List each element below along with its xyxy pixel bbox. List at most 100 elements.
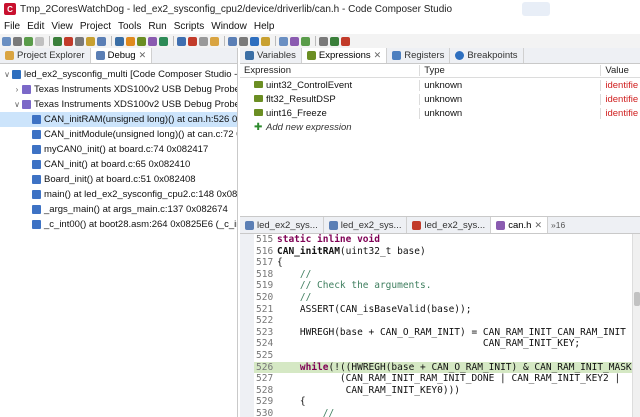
- column-header-type[interactable]: Type: [419, 65, 600, 76]
- toolbar-button-icon[interactable]: [261, 36, 270, 46]
- toolbar-button-icon[interactable]: [239, 36, 248, 46]
- editor-gutter[interactable]: [240, 326, 254, 339]
- toolbar-button-icon[interactable]: [53, 36, 62, 46]
- menu-tools[interactable]: Tools: [115, 21, 144, 32]
- toolbar-button-icon[interactable]: [115, 36, 124, 46]
- menu-project[interactable]: Project: [77, 21, 114, 32]
- toolbar-button-icon[interactable]: [199, 36, 208, 46]
- toolbar-button-icon[interactable]: [341, 36, 350, 46]
- toolbar-button-icon[interactable]: [290, 36, 299, 46]
- editor-gutter[interactable]: [240, 245, 254, 258]
- toolbar-button-icon[interactable]: [137, 36, 146, 46]
- tab-registers[interactable]: Registers: [387, 48, 451, 63]
- toolbar-button-icon[interactable]: [97, 36, 106, 46]
- toolbar-button-icon[interactable]: [86, 36, 95, 46]
- column-header-value[interactable]: Value: [600, 65, 640, 76]
- toolbar-button-icon[interactable]: [64, 36, 73, 46]
- editor-gutter[interactable]: [240, 407, 254, 417]
- stack-frame-row[interactable]: CAN_initModule(unsigned long)() at can.c…: [0, 127, 237, 142]
- code-line[interactable]: 525: [240, 349, 632, 362]
- toolbar-button-icon[interactable]: [148, 36, 157, 46]
- expression-row[interactable]: flt32_ResultDSP unknown identifie: [240, 92, 640, 106]
- editor-gutter[interactable]: [240, 396, 254, 408]
- close-icon[interactable]: ✕: [374, 50, 382, 61]
- menu-help[interactable]: Help: [251, 21, 278, 32]
- code-line[interactable]: 521 ASSERT(CAN_isBaseValid(base));: [240, 303, 632, 316]
- toolbar-button-icon[interactable]: [2, 36, 11, 46]
- expression-row[interactable]: uint32_ControlEvent unknown identifie: [240, 78, 640, 92]
- stack-frame-row[interactable]: CAN_initRAM(unsigned long)() at can.h:52…: [0, 112, 237, 127]
- code-line[interactable]: 529 {: [240, 396, 632, 408]
- toolbar-button-icon[interactable]: [24, 36, 33, 46]
- tab-project-explorer[interactable]: Project Explorer: [0, 48, 91, 63]
- expression-row[interactable]: uint16_Freeze unknown identifie: [240, 106, 640, 120]
- menu-run[interactable]: Run: [145, 21, 169, 32]
- toolbar-button-icon[interactable]: [75, 36, 84, 46]
- code-line[interactable]: 516 CAN_initRAM(uint32_t base): [240, 245, 632, 258]
- toolbar-button-icon[interactable]: [330, 36, 339, 46]
- debug-tree-node[interactable]: ∨ led_ex2_sysconfig_multi [Code Composer …: [0, 67, 237, 82]
- toolbar-button-icon[interactable]: [210, 36, 219, 46]
- stack-frame-row[interactable]: _c_int00() at boot28.asm:264 0x0825E6 (_…: [0, 217, 237, 232]
- source-code-area[interactable]: 515 static inline void 516 CAN_initRAM(uint…: [240, 234, 637, 417]
- code-line[interactable]: 530 //: [240, 407, 632, 417]
- editor-tab[interactable]: can.h ✕: [491, 217, 548, 233]
- editor-gutter[interactable]: [240, 349, 254, 362]
- menu-scripts[interactable]: Scripts: [171, 21, 208, 32]
- toolbar-button-icon[interactable]: [177, 36, 186, 46]
- code-line[interactable]: 520 //: [240, 291, 632, 304]
- toolbar-button-icon[interactable]: [188, 36, 197, 46]
- toolbar-button-icon[interactable]: [250, 36, 259, 46]
- toolbar-button-icon[interactable]: [159, 36, 168, 46]
- code-line[interactable]: 519 // Check the arguments.: [240, 280, 632, 292]
- code-line[interactable]: 523 HWREGH(base + CAN_O_RAM_INIT) = CAN_…: [240, 326, 637, 339]
- stack-frame-row[interactable]: Board_init() at board.c:51 0x082408: [0, 172, 237, 187]
- editor-gutter[interactable]: [240, 234, 254, 246]
- editor-gutter[interactable]: [240, 291, 254, 304]
- current-code-line[interactable]: 526 while(!((HWREGH(base + CAN_O_RAM_INI…: [240, 361, 637, 374]
- editor-gutter[interactable]: [240, 338, 254, 350]
- editor-gutter[interactable]: [240, 303, 254, 316]
- code-line[interactable]: 515 static inline void: [240, 234, 632, 246]
- column-header-expression[interactable]: Expression: [240, 65, 419, 76]
- tab-overflow-indicator[interactable]: »16: [548, 217, 565, 233]
- editor-tab[interactable]: led_ex2_sys...: [407, 217, 492, 233]
- expand-toggle-icon[interactable]: ›: [12, 85, 22, 94]
- debug-tree-node[interactable]: › Texas Instruments XDS100v2 USB Debug Pr…: [0, 82, 237, 97]
- toolbar-button-icon[interactable]: [13, 36, 22, 46]
- menu-view[interactable]: View: [48, 21, 76, 32]
- editor-gutter[interactable]: [240, 257, 254, 269]
- add-new-expression-row[interactable]: ✚ Add new expression: [240, 120, 640, 134]
- toolbar-button-icon[interactable]: [35, 36, 44, 46]
- editor-tab[interactable]: led_ex2_sys...: [240, 217, 324, 233]
- toolbar-button-icon[interactable]: [228, 36, 237, 46]
- code-line[interactable]: 527 (CAN_RAM_INIT_RAM_INIT_DONE | CAN_RA…: [240, 373, 632, 385]
- editor-gutter[interactable]: [240, 315, 254, 327]
- code-line[interactable]: 528 CAN_RAM_INIT_KEY0))): [240, 384, 632, 397]
- code-line[interactable]: 517{: [240, 257, 632, 269]
- tab-expressions[interactable]: Expressions ✕: [301, 48, 388, 63]
- code-line[interactable]: 524 CAN_RAM_INIT_KEY;: [240, 338, 632, 350]
- editor-gutter[interactable]: [240, 373, 254, 385]
- close-icon[interactable]: ✕: [139, 50, 147, 61]
- stack-frame-row[interactable]: _args_main() at args_main.c:137 0x082674: [0, 202, 237, 217]
- editor-gutter[interactable]: [240, 384, 254, 397]
- expand-toggle-icon[interactable]: ∨: [12, 100, 22, 109]
- menu-edit[interactable]: Edit: [24, 21, 47, 32]
- editor-tab[interactable]: led_ex2_sys...: [324, 217, 408, 233]
- tab-variables[interactable]: Variables: [240, 48, 302, 63]
- toolbar-button-icon[interactable]: [301, 36, 310, 46]
- close-icon[interactable]: ✕: [534, 220, 542, 231]
- editor-gutter[interactable]: [240, 268, 254, 281]
- menu-file[interactable]: File: [1, 21, 23, 32]
- code-line[interactable]: 522: [240, 315, 632, 327]
- editor-vertical-scrollbar[interactable]: [632, 234, 640, 417]
- tab-debug[interactable]: Debug ✕: [90, 48, 153, 63]
- code-line[interactable]: 518 //: [240, 268, 632, 281]
- toolbar-button-icon[interactable]: [279, 36, 288, 46]
- menu-window[interactable]: Window: [208, 21, 250, 32]
- editor-gutter[interactable]: [240, 361, 254, 374]
- toolbar-button-icon[interactable]: [319, 36, 328, 46]
- view-splitter[interactable]: [240, 208, 640, 216]
- expand-toggle-icon[interactable]: ∨: [2, 70, 12, 79]
